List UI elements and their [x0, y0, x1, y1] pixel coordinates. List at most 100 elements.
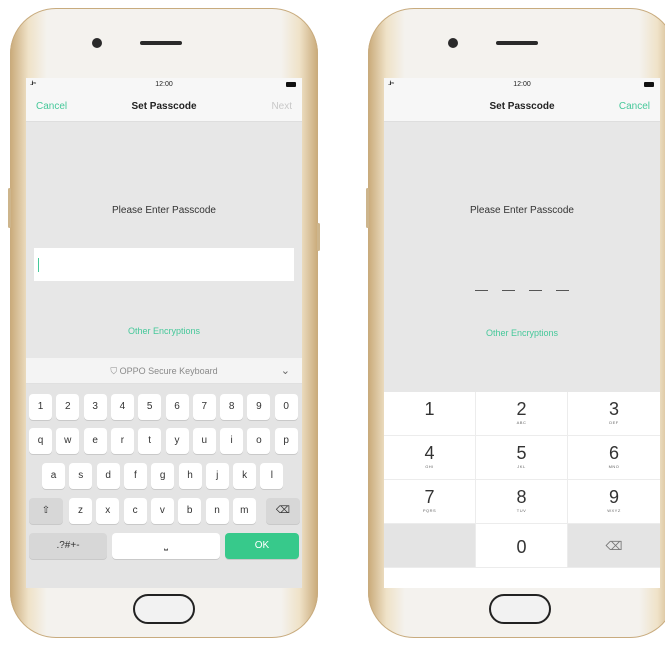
keypad-9[interactable]: 9 WXYZ — [568, 480, 660, 524]
key-k[interactable]: k — [233, 463, 257, 489]
cancel-button[interactable]: Cancel — [619, 101, 650, 112]
key-6[interactable]: 6 — [165, 394, 189, 420]
battery-icon — [286, 82, 296, 87]
delete-key[interactable]: ⌫ — [568, 524, 660, 568]
key-r[interactable]: r — [110, 428, 134, 454]
keypad-letters: GHI — [425, 464, 434, 469]
keypad-digit: 0 — [516, 537, 527, 557]
keypad-digit: 2 — [516, 399, 527, 419]
ok-button[interactable]: OK — [225, 533, 299, 559]
key-t[interactable]: t — [138, 428, 162, 454]
chevron-down-icon[interactable]: ⌄ — [281, 364, 290, 377]
front-camera — [448, 38, 458, 48]
secure-keyboard: 1 2 3 4 5 6 7 8 9 0 q w e r t y u i o p a s d f g h j k l ⇧ z x c v b n m ⌫.?… — [26, 384, 302, 588]
home-button[interactable] — [133, 594, 195, 624]
keypad-digit: 5 — [516, 443, 527, 463]
keypad-2[interactable]: 2 ABC — [476, 392, 568, 436]
keypad-blank[interactable] — [384, 524, 476, 568]
key-l[interactable]: l — [260, 463, 284, 489]
keypad-digit: 1 — [424, 399, 435, 419]
keypad-digit: 9 — [608, 487, 619, 507]
battery-icon — [644, 82, 654, 87]
keypad-digit: 3 — [608, 399, 619, 419]
space-key[interactable]: ⎵ — [112, 533, 220, 559]
key-g[interactable]: g — [151, 463, 175, 489]
keypad-letters: JKL — [517, 464, 526, 469]
key-4[interactable]: 4 — [110, 394, 134, 420]
nav-bar: Cancel Set Passcode Next — [26, 92, 302, 122]
key-o[interactable]: o — [247, 428, 271, 454]
key-q[interactable]: q — [29, 428, 52, 454]
keypad-1[interactable]: 1 — [384, 392, 476, 436]
key-s[interactable]: s — [69, 463, 93, 489]
key-9[interactable]: 9 — [247, 394, 271, 420]
phone-right: ..ıl ≈ 12:00 Set Passcode Cancel Please … — [366, 8, 665, 638]
digit-slot — [475, 290, 488, 291]
keypad-digit: 7 — [424, 487, 435, 507]
keypad-4[interactable]: 4 GHI — [384, 436, 476, 480]
key-h[interactable]: h — [178, 463, 202, 489]
key-d[interactable]: d — [96, 463, 120, 489]
key-y[interactable]: y — [165, 428, 189, 454]
key-e[interactable]: e — [83, 428, 107, 454]
side-button — [317, 223, 320, 251]
keypad-digit: 4 — [424, 443, 435, 463]
key-u[interactable]: u — [192, 428, 216, 454]
key-n[interactable]: n — [205, 498, 229, 524]
secure-keyboard-label: ⛉ OPPO Secure Keyboard — [110, 366, 218, 376]
keypad-letters: TUV — [516, 508, 527, 513]
phone-left: ..ıl ≈ 12:00 Cancel Set Passcode Next Pl… — [8, 8, 320, 638]
key-j[interactable]: j — [205, 463, 229, 489]
key-x[interactable]: x — [96, 498, 120, 524]
keypad-letters: ABC — [516, 420, 527, 425]
key-2[interactable]: 2 — [56, 394, 80, 420]
key-v[interactable]: v — [150, 498, 174, 524]
key-i[interactable]: i — [220, 428, 244, 454]
backspace-key[interactable]: ⌫ — [266, 498, 300, 524]
keyboard-header: ⛉ OPPO Secure Keyboard ⌄ — [26, 358, 302, 384]
other-encryptions-link[interactable]: Other Encryptions — [384, 328, 660, 338]
status-bar: ..ıl ≈ 12:00 — [384, 78, 660, 92]
key-1[interactable]: 1 — [29, 394, 52, 420]
numeric-keypad: 1 2 ABC 3 DEF 4 GHI 5 JKL 6 MNO 7 PQRS 8 TUV 9 WXYZ 0 ⌫ — [384, 392, 660, 588]
home-button[interactable] — [489, 594, 551, 624]
keypad-7[interactable]: 7 PQRS — [384, 480, 476, 524]
status-bar: ..ıl ≈ 12:00 — [26, 78, 302, 92]
next-button[interactable]: Next — [271, 101, 292, 112]
earpiece-speaker — [140, 41, 182, 45]
key-b[interactable]: b — [178, 498, 202, 524]
digit-slot — [556, 290, 569, 291]
keypad-8[interactable]: 8 TUV — [476, 480, 568, 524]
key-c[interactable]: c — [123, 498, 147, 524]
keypad-digit: 6 — [608, 443, 619, 463]
passcode-input[interactable] — [34, 248, 294, 281]
key-a[interactable]: a — [42, 463, 65, 489]
symbols-key[interactable]: .?#+- — [29, 533, 107, 559]
front-camera — [92, 38, 102, 48]
keypad-letters: WXYZ — [607, 508, 621, 513]
key-7[interactable]: 7 — [192, 394, 216, 420]
key-w[interactable]: w — [56, 428, 80, 454]
earpiece-speaker — [496, 41, 538, 45]
keypad-digit: 8 — [516, 487, 527, 507]
key-p[interactable]: p — [274, 428, 298, 454]
keypad-6[interactable]: 6 MNO — [568, 436, 660, 480]
key-0[interactable]: 0 — [274, 394, 298, 420]
keypad-3[interactable]: 3 DEF — [568, 392, 660, 436]
other-encryptions-link[interactable]: Other Encryptions — [26, 326, 302, 336]
key-3[interactable]: 3 — [83, 394, 107, 420]
keypad-5[interactable]: 5 JKL — [476, 436, 568, 480]
keypad-0[interactable]: 0 — [476, 524, 568, 568]
key-m[interactable]: m — [232, 498, 256, 524]
key-8[interactable]: 8 — [220, 394, 244, 420]
side-button — [366, 188, 369, 228]
key-f[interactable]: f — [123, 463, 147, 489]
passcode-prompt: Please Enter Passcode — [112, 205, 216, 216]
screenshot-canvas: ..ıl ≈ 12:00 Cancel Set Passcode Next Pl… — [0, 0, 665, 648]
cancel-button[interactable]: Cancel — [36, 101, 67, 112]
key-z[interactable]: z — [69, 498, 92, 524]
shift-key[interactable]: ⇧ — [29, 498, 63, 524]
passcode-digit-slots — [384, 278, 660, 296]
shield-icon: ⛉ — [110, 366, 120, 376]
key-5[interactable]: 5 — [138, 394, 162, 420]
